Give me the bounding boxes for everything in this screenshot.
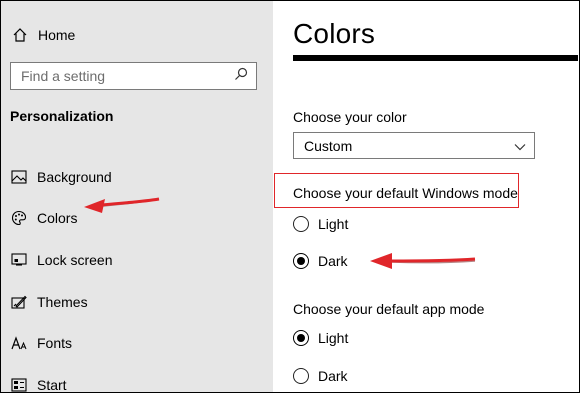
app-mode-light-radio[interactable]: Light [293, 330, 348, 346]
sidebar-item-lock-screen[interactable]: Lock screen [10, 239, 112, 281]
sidebar-item-themes[interactable]: Themes [10, 281, 112, 323]
nav-home-label: Home [38, 27, 76, 43]
windows-mode-dark-radio[interactable]: Dark [293, 253, 348, 269]
windows-mode-label: Choose your default Windows mode [293, 185, 518, 201]
annotation-arrow-icon [370, 253, 476, 269]
sidebar-item-label: Fonts [37, 335, 73, 352]
search-input[interactable]: Find a setting [10, 62, 257, 90]
radio-label: Dark [318, 368, 348, 384]
search-placeholder: Find a setting [21, 68, 106, 84]
themes-icon [10, 293, 28, 311]
radio-label: Light [318, 330, 349, 346]
radio-label: Light [318, 216, 349, 232]
nav-home[interactable]: Home [11, 25, 75, 45]
radio-unchecked-icon [293, 368, 309, 384]
section-title: Personalization [10, 108, 114, 124]
radio-label: Dark [318, 253, 348, 269]
annotation-arrow-icon [84, 197, 160, 213]
choose-color-label: Choose your color [293, 109, 407, 125]
lock-screen-icon [10, 251, 28, 269]
app-mode-dark-radio[interactable]: Dark [293, 368, 348, 384]
radio-unchecked-icon [293, 216, 309, 232]
nav-list: Background Colors Lock screen Themes Fon… [10, 156, 112, 393]
home-icon [11, 26, 29, 44]
sidebar-item-start[interactable]: Start [10, 364, 112, 393]
palette-icon [10, 209, 28, 227]
color-dropdown[interactable]: Custom [293, 132, 535, 159]
image-icon [10, 168, 28, 186]
sidebar: Home Find a setting Personalization Back… [1, 1, 273, 392]
sidebar-item-label: Lock screen [37, 251, 113, 268]
main-panel: Colors Choose your color Custom Choose y… [273, 1, 579, 392]
sidebar-item-label: Start [37, 376, 67, 393]
radio-checked-icon [293, 330, 309, 346]
page-title: Colors [293, 18, 376, 49]
sidebar-item-label: Background [37, 168, 112, 185]
start-icon [10, 376, 28, 392]
title-underline [293, 55, 578, 61]
search-icon[interactable] [234, 67, 248, 86]
fonts-icon [10, 334, 28, 352]
sidebar-item-label: Themes [37, 293, 88, 310]
radio-checked-icon [293, 253, 309, 269]
app-mode-label: Choose your default app mode [293, 301, 485, 317]
settings-window: Home Find a setting Personalization Back… [0, 0, 580, 393]
windows-mode-light-radio[interactable]: Light [293, 216, 348, 232]
sidebar-item-fonts[interactable]: Fonts [10, 322, 112, 364]
chevron-down-icon [514, 138, 526, 154]
sidebar-item-label: Colors [37, 210, 78, 227]
sidebar-item-background[interactable]: Background [10, 156, 112, 198]
color-dropdown-value: Custom [304, 137, 353, 154]
